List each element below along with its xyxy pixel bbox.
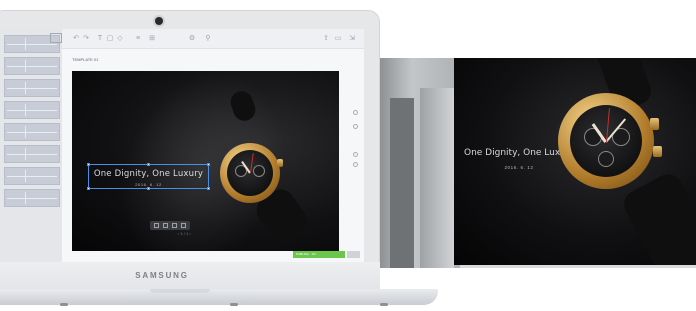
slide-date[interactable]: 2016. 6. 12 <box>92 182 205 187</box>
signage-display: One Dignity, One Luxury 2016. 6. 12 <box>454 58 696 265</box>
align-icon[interactable]: ⊞ <box>148 35 156 43</box>
template-thumbnail-panel <box>0 29 62 262</box>
template-thumbnail[interactable] <box>4 79 60 97</box>
template-thumbnail[interactable] <box>4 123 60 141</box>
template-thumbnail[interactable] <box>4 57 60 75</box>
resize-handle[interactable] <box>207 187 210 190</box>
layer-icon[interactable]: ≡ <box>134 35 142 43</box>
template-thumbnail[interactable] <box>4 145 60 163</box>
resize-handle[interactable] <box>87 163 90 166</box>
resize-handle[interactable] <box>87 187 90 190</box>
template-thumbnail[interactable] <box>4 101 60 119</box>
delete-icon[interactable] <box>172 223 177 228</box>
slide-pager[interactable]: ‹ 1 / 1 › <box>178 231 191 236</box>
fullscreen-icon[interactable] <box>353 162 358 167</box>
copy-icon[interactable] <box>163 223 168 228</box>
station-column <box>420 88 454 268</box>
watch-subdial <box>253 165 265 177</box>
panel-toggle-icon[interactable] <box>50 33 62 43</box>
text-icon[interactable]: T <box>96 35 104 43</box>
template-thumbnail[interactable] <box>4 167 60 185</box>
zoom-out-icon[interactable] <box>353 124 358 129</box>
signage-date: 2016. 6. 12 <box>504 165 534 170</box>
fit-icon[interactable] <box>353 152 358 157</box>
publish-button[interactable]: PUBLISH · 1% <box>293 251 345 258</box>
watch-strap <box>619 169 696 265</box>
settings-icon[interactable]: ⚙ <box>188 35 196 43</box>
signage-headline: One Dignity, One Luxury <box>464 148 575 158</box>
watch-crown <box>277 159 283 167</box>
watch-subdial <box>598 151 614 167</box>
editor-toolbar: ↶ ↷ T ▢ ◇ ≡ ⊞ ⚙ ⚲ ⇪ ▭ ⇲ <box>50 29 364 49</box>
zoom-in-icon[interactable] <box>353 110 358 115</box>
link-icon[interactable]: ⚲ <box>204 35 212 43</box>
laptop-foot <box>230 303 238 306</box>
image-icon[interactable]: ▢ <box>106 35 114 43</box>
resize-handle[interactable] <box>147 163 150 166</box>
slide-headline[interactable]: One Dignity, One Luxury <box>92 169 205 179</box>
template-thumbnail[interactable] <box>4 189 60 207</box>
resize-handle[interactable] <box>207 163 210 166</box>
brand-logo: SAMSUNG <box>135 271 189 280</box>
floating-toolbar <box>150 221 190 230</box>
template-label: TEMPLATE 01 <box>72 57 99 62</box>
export-icon[interactable]: ⇲ <box>348 35 356 43</box>
watch-crown <box>653 146 662 157</box>
secondary-button[interactable] <box>347 251 360 258</box>
edit-icon[interactable] <box>154 223 159 228</box>
laptop-foot <box>380 303 388 306</box>
laptop-notch <box>150 289 210 293</box>
redo-icon[interactable]: ↷ <box>82 35 90 43</box>
shape-icon[interactable]: ◇ <box>116 35 124 43</box>
webcam <box>155 17 163 25</box>
watch-crown <box>650 118 659 130</box>
preview-icon[interactable]: ▭ <box>334 35 342 43</box>
station-column <box>390 98 414 268</box>
zoom-rail <box>353 110 359 170</box>
share-icon[interactable]: ⇪ <box>322 35 330 43</box>
more-icon[interactable] <box>181 223 186 228</box>
undo-icon[interactable]: ↶ <box>72 35 80 43</box>
laptop-foot <box>60 303 68 306</box>
resize-handle[interactable] <box>147 187 150 190</box>
slide-canvas[interactable]: One Dignity, One Luxury 2016. 6. 12 <box>72 71 339 251</box>
